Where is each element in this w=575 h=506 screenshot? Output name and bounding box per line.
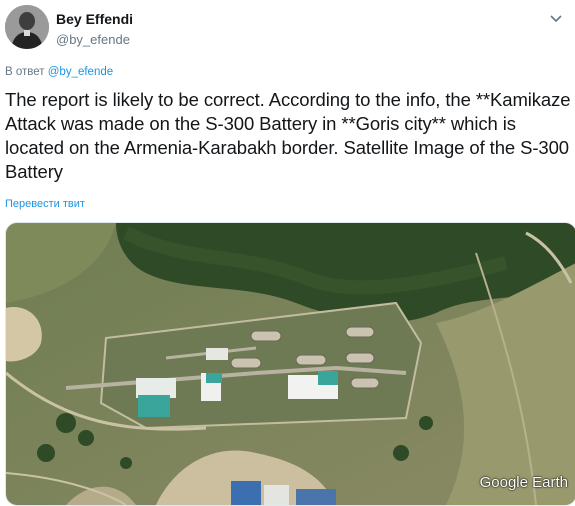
tweet-header: Bey Effendi @by_efende xyxy=(5,5,575,55)
chevron-down-icon[interactable] xyxy=(548,10,564,26)
display-name[interactable]: Bey Effendi xyxy=(56,11,133,27)
user-handle[interactable]: @by_efende xyxy=(56,32,130,47)
reply-context: В ответ @by_efende xyxy=(5,66,113,78)
reply-mention-link[interactable]: @by_efende xyxy=(48,66,113,78)
google-earth-watermark: Google Earth xyxy=(479,474,568,491)
tweet-text: The report is likely to be correct. Acco… xyxy=(5,89,571,182)
satellite-image[interactable]: Google Earth xyxy=(5,222,575,506)
translate-tweet-link[interactable]: Перевести твит xyxy=(5,198,85,210)
avatar[interactable] xyxy=(5,5,49,49)
reply-prefix: В ответ xyxy=(5,66,45,78)
